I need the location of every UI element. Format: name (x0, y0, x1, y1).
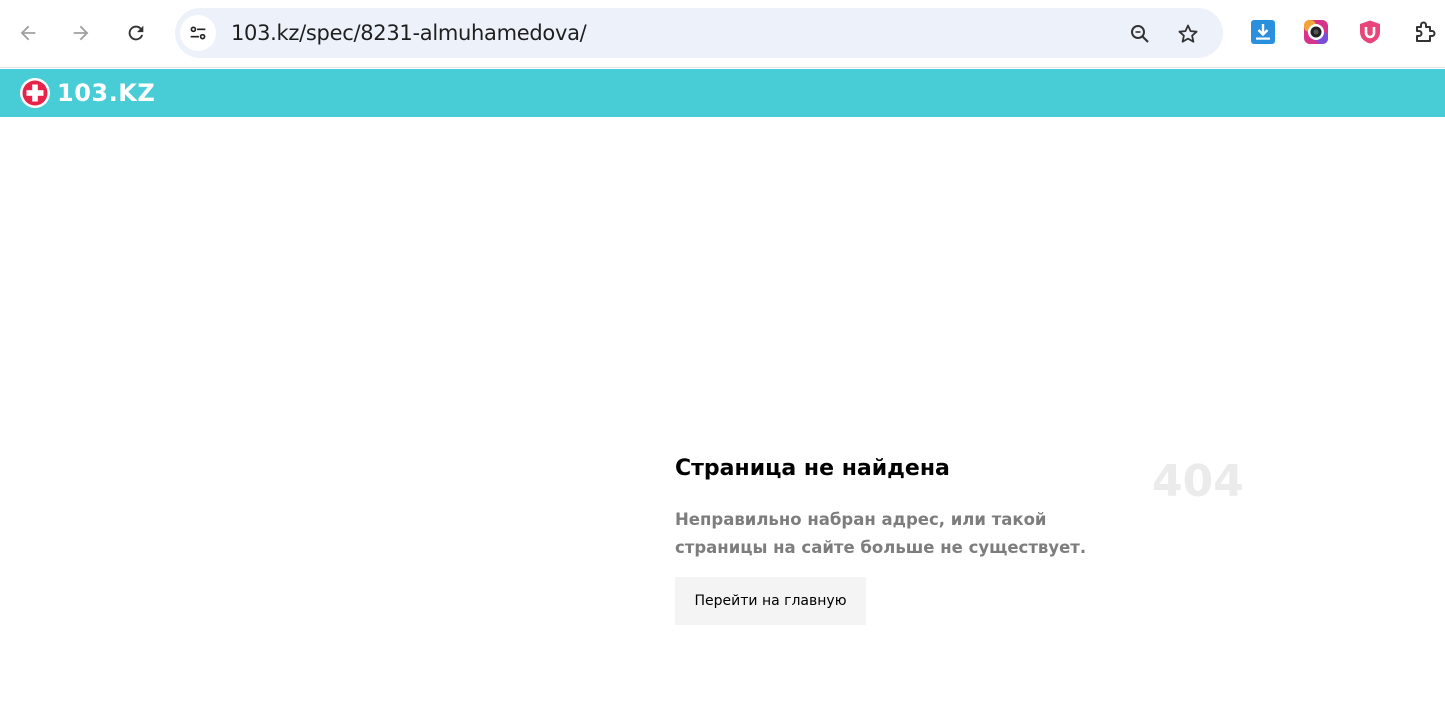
toolbar-divider (0, 67, 1445, 68)
back-button[interactable] (10, 15, 46, 51)
camera-extension-icon (1304, 20, 1328, 44)
site-header: 103.KZ (0, 69, 1445, 117)
bookmark-star-icon (1178, 24, 1198, 43)
error-code: 404 (1152, 456, 1244, 507)
download-extension-icon (1251, 20, 1275, 44)
zoom-icon (1131, 25, 1149, 43)
site-logo-text[interactable]: 103.KZ (57, 79, 155, 107)
forward-icon (73, 25, 89, 41)
shield-extension-icon (1360, 20, 1380, 44)
extensions-button[interactable] (1411, 18, 1439, 46)
back-icon (20, 25, 36, 41)
error-description: Неправильно набран адрес, или такой стра… (675, 510, 1087, 557)
go-home-button[interactable]: Перейти на главную (675, 577, 866, 625)
zoom-button[interactable] (1126, 20, 1154, 48)
medical-cross-logo-icon[interactable] (19, 77, 51, 109)
shield-extension-button[interactable] (1356, 18, 1384, 46)
reload-icon (128, 25, 144, 41)
camera-extension-button[interactable] (1302, 18, 1330, 46)
site-info-button[interactable] (180, 15, 216, 51)
download-extension-button[interactable] (1249, 18, 1277, 46)
address-bar[interactable]: 103.kz/spec/8231-almuhamedova/ (175, 8, 1223, 58)
error-title: Страница не найдена (675, 456, 950, 481)
bookmark-button[interactable] (1174, 20, 1202, 48)
reload-button[interactable] (118, 15, 154, 51)
browser-toolbar: 103.kz/spec/8231-almuhamedova/ (0, 0, 1445, 67)
forward-button[interactable] (63, 15, 99, 51)
site-info-icon (190, 26, 206, 40)
extensions-puzzle-icon (1416, 21, 1436, 42)
url-text[interactable]: 103.kz/spec/8231-almuhamedova/ (231, 21, 587, 45)
